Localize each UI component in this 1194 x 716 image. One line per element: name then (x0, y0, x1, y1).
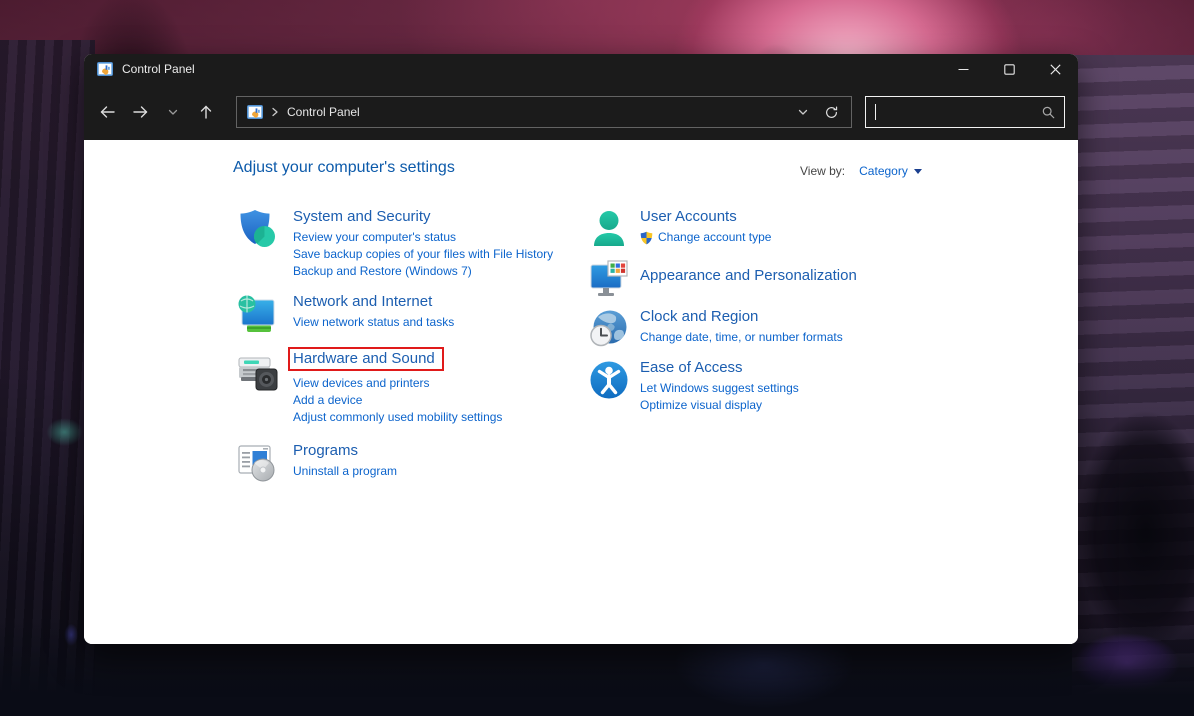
close-icon (1050, 64, 1061, 75)
accessibility-icon[interactable] (588, 359, 630, 401)
control-panel-home: Adjust your computer's settings View by:… (84, 140, 1078, 644)
left-category-column: System and Security Review your computer… (236, 208, 581, 484)
appearance-monitor-icon[interactable] (588, 259, 630, 301)
navigation-toolbar: Control Panel (84, 84, 1078, 140)
control-panel-icon (97, 61, 113, 77)
category-title[interactable]: Programs (293, 442, 358, 459)
category-appearance-and-personalization: Appearance and Personalization (588, 259, 968, 301)
address-bar[interactable]: Control Panel (236, 96, 852, 128)
page-title: Adjust your computer's settings (233, 159, 455, 177)
forward-arrow-icon (132, 104, 149, 120)
maximize-button[interactable] (986, 54, 1032, 84)
close-button[interactable] (1032, 54, 1078, 84)
task-link-with-uac[interactable]: Change account type (640, 229, 771, 246)
task-link[interactable]: Backup and Restore (Windows 7) (293, 263, 553, 280)
category-title-highlighted[interactable]: Hardware and Sound (288, 347, 444, 371)
category-title[interactable]: Ease of Access (640, 359, 743, 376)
search-icon[interactable] (1041, 105, 1056, 120)
wallpaper-left-cliff (0, 40, 95, 716)
globe-clock-icon[interactable] (588, 308, 630, 350)
up-arrow-icon (198, 104, 214, 120)
task-link[interactable]: View network status and tasks (293, 314, 454, 331)
chevron-down-icon (797, 106, 809, 118)
dropdown-caret-icon[interactable] (914, 169, 922, 174)
breadcrumb[interactable]: Control Panel (287, 105, 360, 119)
up-button[interactable] (191, 97, 221, 127)
task-link[interactable]: Save backup copies of your files with Fi… (293, 246, 553, 263)
task-link[interactable]: Add a device (293, 392, 502, 409)
view-by-dropdown[interactable]: Category (859, 164, 908, 178)
task-link-label: Change account type (658, 229, 771, 246)
control-panel-window: Control Panel (84, 54, 1078, 644)
category-clock-and-region: Clock and Region Change date, time, or n… (588, 308, 968, 350)
view-by-control: View by: Category (800, 164, 922, 178)
address-dropdown-button[interactable] (789, 98, 817, 126)
task-link[interactable]: Adjust commonly used mobility settings (293, 409, 502, 426)
category-title[interactable]: Network and Internet (293, 293, 432, 310)
search-box[interactable] (865, 96, 1065, 128)
category-hardware-and-sound: Hardware and Sound View devices and prin… (236, 350, 581, 426)
recent-locations-button[interactable] (158, 97, 188, 127)
search-input[interactable] (876, 105, 1041, 119)
minimize-button[interactable] (940, 54, 986, 84)
category-title[interactable]: Clock and Region (640, 308, 758, 325)
window-title: Control Panel (122, 62, 195, 76)
refresh-button[interactable] (817, 98, 845, 126)
wallpaper-right-tower (1072, 55, 1194, 716)
task-link[interactable]: Change date, time, or number formats (640, 329, 843, 346)
right-category-column: User Accounts (588, 208, 968, 414)
task-link[interactable]: Uninstall a program (293, 463, 397, 480)
programs-disc-icon[interactable] (236, 442, 278, 484)
printer-speaker-icon[interactable] (236, 350, 278, 392)
task-link[interactable]: Optimize visual display (640, 397, 799, 414)
chevron-down-icon (167, 106, 179, 118)
view-by-label: View by: (800, 164, 845, 178)
forward-button[interactable] (125, 97, 155, 127)
maximize-icon (1004, 64, 1015, 75)
category-ease-of-access: Ease of Access Let Windows suggest setti… (588, 359, 968, 414)
task-link[interactable]: Let Windows suggest settings (640, 380, 799, 397)
category-title[interactable]: User Accounts (640, 208, 737, 225)
minimize-icon (958, 64, 969, 75)
shield-icon[interactable] (236, 208, 278, 250)
uac-shield-icon (640, 231, 653, 245)
category-title[interactable]: System and Security (293, 208, 431, 225)
task-link[interactable]: View devices and printers (293, 375, 502, 392)
category-programs: Programs Uninstall a program (236, 442, 581, 484)
user-icon[interactable] (588, 208, 630, 250)
category-title[interactable]: Appearance and Personalization (640, 267, 857, 284)
title-bar[interactable]: Control Panel (84, 54, 1078, 84)
back-button[interactable] (92, 97, 122, 127)
category-system-and-security: System and Security Review your computer… (236, 208, 581, 280)
category-network-and-internet: Network and Internet View network status… (236, 293, 581, 335)
breadcrumb-chevron-icon[interactable] (271, 107, 279, 117)
category-user-accounts: User Accounts (588, 208, 968, 250)
refresh-icon (824, 105, 839, 120)
task-link[interactable]: Review your computer's status (293, 229, 553, 246)
network-monitor-icon[interactable] (236, 293, 278, 335)
control-panel-icon (247, 104, 263, 120)
back-arrow-icon (99, 104, 116, 120)
